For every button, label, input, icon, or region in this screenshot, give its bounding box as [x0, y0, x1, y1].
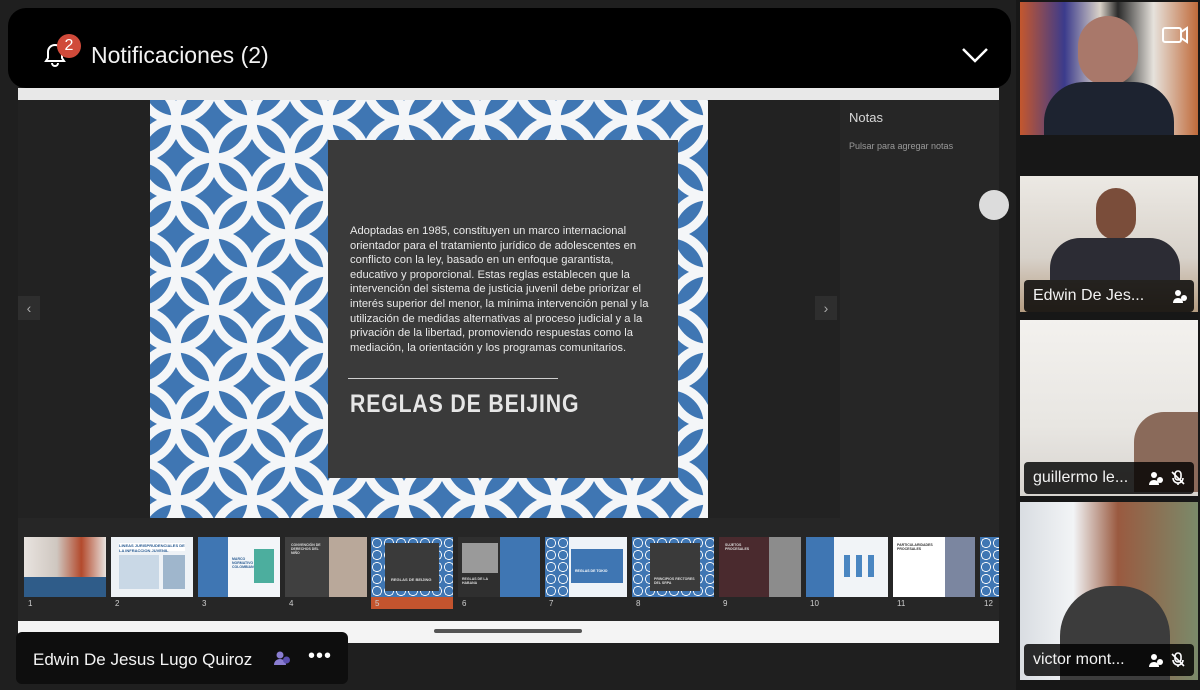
selected-slide-indicator: [371, 597, 453, 609]
notification-banner[interactable]: 2 Notificaciones (2): [8, 8, 1011, 88]
next-slide-button[interactable]: ›: [815, 296, 837, 320]
more-options-button[interactable]: •••: [308, 645, 332, 668]
current-slide: Adoptadas en 1985, constituyen un marco …: [150, 100, 708, 518]
thumbnail-slide-10[interactable]: 10: [806, 537, 888, 608]
slide-heading: REGLAS DE BEIJING: [350, 390, 580, 418]
slide-text-card: Adoptadas en 1985, constituyen un marco …: [328, 140, 678, 478]
notification-count-badge: 2: [57, 34, 81, 58]
thumbnail-slide-9[interactable]: SUJETOS PROCESALES 9: [719, 537, 801, 608]
thumbnail-slide-2[interactable]: LINEAS JURISPRUDENCIALES DE LA INFRACCIO…: [111, 537, 193, 608]
thumbnail-slide-4[interactable]: CONVENCIÓN DE DERECHOS DEL NIÑO 4: [285, 537, 367, 608]
thumbnail-slide-8[interactable]: PRINCIPIOS RECTORES DEL SRPA 8: [632, 537, 714, 608]
presenter-role-icon: [274, 651, 290, 665]
presenter-label: Edwin De Jesus Lugo Quiroz •••: [16, 632, 348, 684]
notification-title: Notificaciones (2): [91, 42, 269, 68]
thumbnail-slide-11[interactable]: PARTICULARIDADES PROCESALES 11: [893, 537, 975, 608]
participant-label-2: Edwin De Jes...: [1024, 280, 1194, 312]
participant-label-3: guillermo le...: [1024, 462, 1194, 494]
thumbnail-slide-7[interactable]: REGLAS DE TOKIO 7: [545, 537, 627, 608]
thumbnail-slide-3[interactable]: MARCO NORMATIVO COLOMBIANO 3: [198, 537, 280, 608]
participant-label-4: victor mont...: [1024, 644, 1194, 676]
participants-column: Edwin De Jes... guillermo le... victor m…: [1016, 0, 1200, 690]
slide-body-text: Adoptadas en 1985, constituyen un marco …: [350, 225, 649, 354]
participant-tile-3[interactable]: guillermo le...: [1020, 320, 1198, 496]
thumbnail-slide-6[interactable]: REGLAS DE LA HABANA 6: [458, 537, 540, 608]
thumbnail-slide-5[interactable]: REGLAS DE BEIJING 5: [371, 537, 453, 609]
participant-info-icon: [1149, 472, 1163, 485]
edit-circle-button[interactable]: [979, 190, 1009, 220]
notes-panel[interactable]: Notas Pulsar para agregar notas: [840, 100, 1009, 518]
viewer-top-strip: [18, 88, 999, 100]
thumbnail-slide-12[interactable]: 12: [980, 537, 999, 608]
presenter-name: Edwin De Jesus Lugo Quiroz: [33, 650, 253, 669]
participant-tile-2[interactable]: Edwin De Jes...: [1020, 176, 1198, 312]
scrollbar-thumb[interactable]: [434, 629, 582, 633]
camera-switch-icon[interactable]: [1160, 22, 1190, 48]
mic-muted-icon: [1171, 470, 1185, 485]
participant-tile-1[interactable]: [1020, 2, 1198, 135]
previous-slide-button[interactable]: ‹: [18, 296, 40, 320]
slide-area: ‹ Adoptadas en 1985, constituyen un marc…: [18, 100, 840, 518]
mic-muted-icon: [1171, 652, 1185, 667]
slide-thumbnails-strip[interactable]: 1 LINEAS JURISPRUDENCIALES DE LA INFRACC…: [18, 518, 999, 621]
chevron-down-icon[interactable]: [961, 46, 989, 64]
participant-info-icon: [1149, 654, 1163, 667]
slide-viewer: ‹ Adoptadas en 1985, constituyen un marc…: [18, 88, 1009, 643]
notes-title: Notas: [849, 110, 883, 125]
notes-placeholder[interactable]: Pulsar para agregar notas: [849, 141, 953, 151]
participant-tile-4[interactable]: victor mont...: [1020, 502, 1198, 680]
thumbnail-slide-1[interactable]: 1: [24, 537, 106, 608]
presentation-stage: 2 Notificaciones (2) ‹ Adoptadas en 1985…: [0, 0, 1016, 690]
participant-info-icon: [1173, 290, 1187, 303]
slide-divider: [348, 378, 558, 379]
